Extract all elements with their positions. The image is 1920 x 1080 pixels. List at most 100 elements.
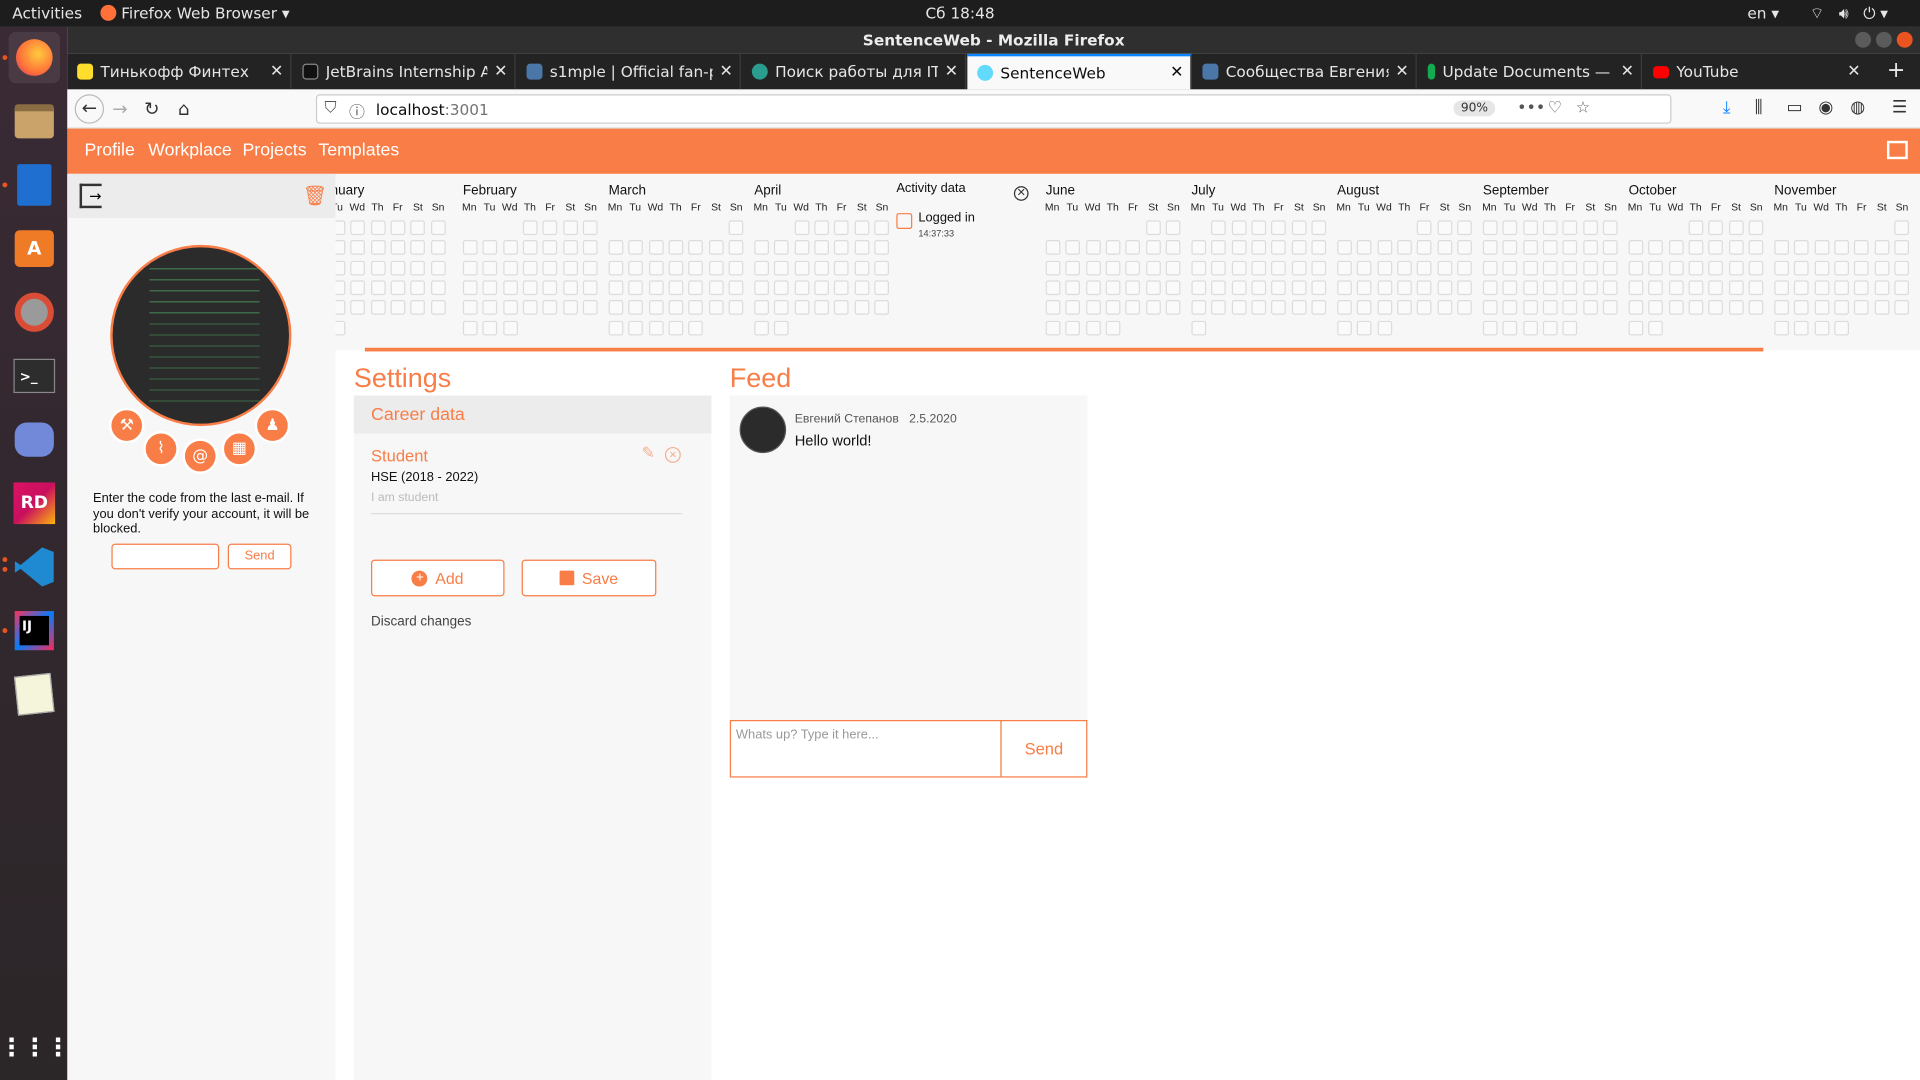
tab-vk-communities[interactable]: Сообщества Евгения Ст ✕ [1193,53,1417,90]
calendar-day-cell[interactable] [390,240,406,256]
close-tab-icon[interactable]: ✕ [1614,62,1641,80]
calendar-day-cell[interactable] [1065,280,1081,295]
calendar-day-cell[interactable] [1794,240,1809,256]
calendar-day-cell[interactable] [1337,280,1352,295]
maximize-icon[interactable] [1875,31,1892,48]
calendar-day-cell[interactable] [1834,280,1849,295]
calendar-day-cell[interactable] [410,300,426,315]
calendar-day-cell[interactable] [1794,280,1809,295]
calendar-day-cell[interactable] [1648,260,1664,276]
calendar-day-cell[interactable] [628,300,644,315]
calendar-day-cell[interactable] [542,220,558,236]
calendar-day-cell[interactable] [1191,240,1207,256]
calendar-day-cell[interactable] [502,280,518,295]
calendar-day-cell[interactable] [688,280,704,295]
calendar-day-cell[interactable] [1311,280,1326,295]
calendar-day-cell[interactable] [1357,300,1372,315]
calendar-day-cell[interactable] [522,280,538,295]
calendar-day-cell[interactable] [1045,260,1061,276]
calendar-day-cell[interactable] [482,280,498,295]
calendar-day-cell[interactable] [1708,300,1724,315]
calendar-day-cell[interactable] [562,260,578,276]
calendar-day-cell[interactable] [1502,320,1518,335]
calendar-day-cell[interactable] [1688,280,1704,295]
calendar-day-cell[interactable] [1728,220,1744,236]
calendar-day-cell[interactable] [1668,300,1684,315]
calendar-day-cell[interactable] [1894,220,1909,236]
calendar-day-cell[interactable] [1357,320,1372,335]
calendar-day-cell[interactable] [1065,240,1081,256]
calendar-day-cell[interactable] [628,240,644,256]
calendar-day-cell[interactable] [1251,300,1266,315]
calendar-day-cell[interactable] [774,300,789,315]
back-button[interactable]: ← [74,94,105,124]
new-tab-button[interactable]: + [1887,58,1905,84]
url-bar[interactable]: ⛉ ⓘ localhost:3001 90% ••• ♡ ☆ [315,94,1672,124]
calendar-day-cell[interactable] [1562,220,1578,236]
calendar-day-cell[interactable] [1105,260,1121,276]
calendar-day-cell[interactable] [1602,260,1618,276]
calendar-day-cell[interactable] [1502,240,1518,256]
calendar-day-cell[interactable] [1397,300,1412,315]
calendar-day-cell[interactable] [1748,260,1764,276]
calendar-day-cell[interactable] [502,300,518,315]
calendar-day-cell[interactable] [335,260,346,276]
calendar-day-cell[interactable] [1231,240,1247,256]
calendar-day-cell[interactable] [1894,280,1909,295]
calendar-day-cell[interactable] [1045,320,1061,335]
calendar-day-cell[interactable] [628,280,644,295]
calendar-day-cell[interactable] [1854,280,1869,295]
calendar-day-cell[interactable] [1522,260,1538,276]
calendar-day-cell[interactable] [1482,240,1498,256]
calendar-day-cell[interactable] [688,300,704,315]
calendar-day-cell[interactable] [1542,320,1558,335]
calendar-day-cell[interactable] [814,240,829,256]
calendar-day-cell[interactable] [814,220,829,236]
calendar-day-cell[interactable] [874,220,889,236]
calendar-day-cell[interactable] [542,280,558,295]
tracking-shield-icon[interactable]: ⛉ [324,99,336,117]
calendar-day-cell[interactable] [1894,300,1909,315]
calendar-day-cell[interactable] [335,240,346,256]
calendar-day-cell[interactable] [754,320,769,335]
calendar-day-cell[interactable] [728,300,744,315]
calendar-day-cell[interactable] [1337,300,1352,315]
tab-jetbrains[interactable]: JetBrains Internship App ✕ [293,53,516,90]
firefox-icon[interactable] [8,31,61,84]
calendar-day-cell[interactable] [608,260,624,276]
calendar-day-cell[interactable] [1357,260,1372,276]
calendar-day-cell[interactable] [1416,260,1432,276]
calendar-day-cell[interactable] [794,240,809,256]
calendar-day-cell[interactable] [1648,320,1664,335]
career-data-header[interactable]: Career data [353,395,712,434]
calendar-day-cell[interactable] [754,260,769,276]
calendar-day-cell[interactable] [370,300,386,315]
calendar-day-cell[interactable] [648,240,664,256]
calendar-day-cell[interactable] [1397,240,1412,256]
calendar-day-cell[interactable] [1728,280,1744,295]
calendar-day-cell[interactable] [542,260,558,276]
calendar-day-cell[interactable] [708,260,724,276]
calendar-day-cell[interactable] [1191,300,1207,315]
calendar-day-cell[interactable] [335,320,346,335]
calendar-day-cell[interactable] [874,280,889,295]
calendar-day-cell[interactable] [562,280,578,295]
fullscreen-icon[interactable] [1886,140,1908,160]
calendar-day-cell[interactable] [648,280,664,295]
activities-button[interactable]: Activities [12,4,82,22]
terminal-icon[interactable]: >_ [9,350,60,401]
calendar-day-cell[interactable] [522,220,538,236]
calendar-day-cell[interactable] [1894,260,1909,276]
calendar-day-cell[interactable] [562,240,578,256]
calendar-day-cell[interactable] [462,240,478,256]
calendar-day-cell[interactable] [1211,260,1227,276]
calendar-day-cell[interactable] [390,260,406,276]
calendar-day-cell[interactable] [1397,280,1412,295]
calendar-day-cell[interactable] [1211,300,1227,315]
rider-icon[interactable]: RD [9,478,60,529]
calendar-day-cell[interactable] [1648,280,1664,295]
tab-job-search[interactable]: Поиск работы для IT-сп ✕ [742,53,967,90]
close-window-icon[interactable] [1896,31,1913,48]
calendar-day-cell[interactable] [1085,320,1101,335]
calendar-day-cell[interactable] [1542,220,1558,236]
